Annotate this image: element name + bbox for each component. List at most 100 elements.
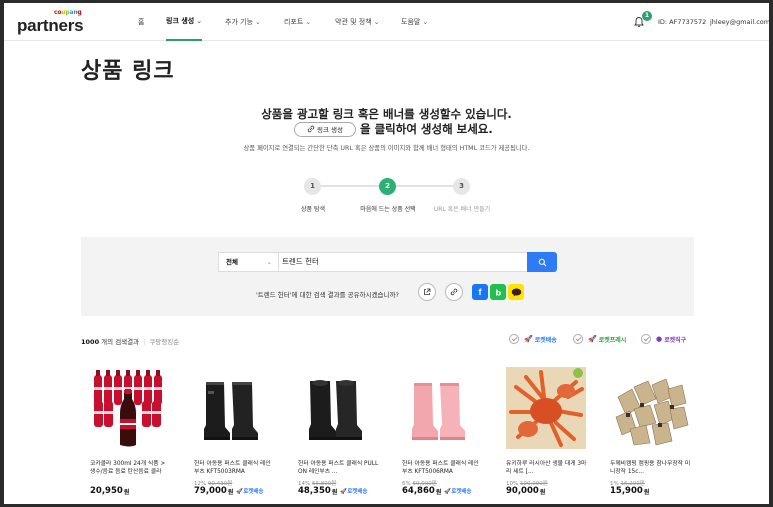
product-old-price: 1% 16,200원 xyxy=(610,479,692,487)
top-header: coupang partners 홈 링크 생성 ⌄ 추가 기능 ⌄ 리포트 ⌄ 약관… xyxy=(4,3,769,41)
product-price-value: 48,350 xyxy=(298,486,331,496)
step-1-circle: 1 xyxy=(304,178,321,195)
kakaotalk-share-icon[interactable] xyxy=(508,284,524,300)
result-count-suffix: 개의 검색결과 xyxy=(101,338,140,346)
filter-rocket-global[interactable]: ● 로켓직구 xyxy=(641,333,686,345)
filter-rocket-fresh-label: 로켓프레시 xyxy=(598,336,627,344)
product-price-currency: 원 xyxy=(435,488,442,496)
filter-rocket-fresh[interactable]: 🚀 로켓프레시 xyxy=(573,333,626,345)
product-price-currency: 원 xyxy=(123,488,130,496)
product-card[interactable]: 두께비캠핑 캠핑용 참나무장작 미니장작 15c... 1% 16,200원 1… xyxy=(610,367,692,496)
step-3-circle: 3 xyxy=(453,178,470,195)
rocket-delivery-badge: 🚀로켓배송 xyxy=(444,489,472,495)
nav-terms-policy-label: 약관 및 정책 xyxy=(335,18,372,26)
user-email[interactable]: jhleey@gmail.com xyxy=(710,18,769,26)
product-image[interactable] xyxy=(402,367,482,449)
product-price: 15,900 원 xyxy=(610,486,692,496)
product-price: 90,000 원 xyxy=(506,486,588,496)
product-name[interactable]: 헌터 아동용 퍼스트 클래식 레인부츠 KFT5003RMA xyxy=(194,460,276,476)
product-price-value: 15,900 xyxy=(610,486,643,496)
sort-link-coupang-ranking[interactable]: 쿠팡랭킹순 xyxy=(149,338,179,346)
filter-checkbox[interactable] xyxy=(641,334,651,344)
nav-home-label: 홈 xyxy=(138,18,145,26)
filter-rocket-delivery-label: 로켓배송 xyxy=(534,336,557,344)
product-price: 64,860 원 🚀로켓배송 xyxy=(402,486,484,496)
link-icon xyxy=(307,125,315,133)
link-create-button[interactable]: 링크 생성 xyxy=(294,121,356,137)
share-open-link-button[interactable] xyxy=(418,283,436,301)
intro-line2-text: 을 클릭하여 생성해 보세요. xyxy=(360,122,493,136)
rocket-delivery-label: 로켓배송 xyxy=(451,489,472,495)
snow-crab-image xyxy=(506,367,586,449)
product-card[interactable]: 유키하루 러시아산 생물 대게 3마리 세트 [... 10% 100,000원… xyxy=(506,367,588,496)
product-card[interactable]: 헌터 아동용 퍼스트 클래식 레인부츠 KFT5006RMA 6% 69,000… xyxy=(402,367,484,496)
product-old-price: 6% 69,000원 xyxy=(402,479,484,487)
product-image[interactable] xyxy=(610,367,690,449)
product-price-currency: 원 xyxy=(227,488,234,496)
product-price: 48,350 원 🚀로켓배송 xyxy=(298,486,380,496)
nav-extra-features[interactable]: 추가 기능 ⌄ xyxy=(225,3,261,41)
product-old-price: 10% 100,000원 xyxy=(506,479,588,487)
product-name[interactable]: 헌터 아동용 퍼스트 클래식 PULL ON 레인부츠 ... xyxy=(298,460,380,476)
product-price-currency: 원 xyxy=(331,488,338,496)
product-image[interactable] xyxy=(194,367,274,449)
filter-checkbox[interactable] xyxy=(509,334,519,344)
category-select[interactable]: 전체 ⌄ xyxy=(218,252,278,272)
nav-help-label: 도움말 xyxy=(401,18,421,26)
nav-terms-policy[interactable]: 약관 및 정책 ⌄ xyxy=(335,3,380,41)
search-button[interactable] xyxy=(527,252,557,272)
nav-home[interactable]: 홈 xyxy=(138,3,144,41)
link-icon xyxy=(450,288,458,296)
product-price-value: 64,860 xyxy=(402,486,435,496)
coupang-partners-logo[interactable]: coupang partners xyxy=(17,9,87,35)
chevron-down-icon: ⌄ xyxy=(373,18,380,26)
product-card[interactable]: 헌터 아동용 퍼스트 클래식 레인부츠 KFT5003RMA 12% 90,43… xyxy=(194,367,276,496)
black-pull-on-boots-image xyxy=(298,367,378,449)
intro-heading: 상품을 광고할 링크 혹은 배너를 생성할수 있습니다. xyxy=(261,107,512,121)
nav-report[interactable]: 리포트 ⌄ xyxy=(284,3,311,41)
filter-rocket-delivery[interactable]: 🚀 로켓배송 xyxy=(509,333,557,345)
logo-coupang-text: coupang xyxy=(54,9,82,16)
result-count-number: 1000 xyxy=(81,338,100,346)
product-image[interactable] xyxy=(506,367,586,449)
search-input[interactable]: 트렌드 헌터 xyxy=(278,252,528,272)
product-image[interactable] xyxy=(90,367,170,449)
page-frame: coupang partners 홈 링크 생성 ⌄ 추가 기능 ⌄ 리포트 ⌄ 약관… xyxy=(4,3,769,504)
pink-rain-boots-image xyxy=(402,367,482,449)
nav-help[interactable]: 도움말 ⌄ xyxy=(401,3,428,41)
product-name[interactable]: 유키하루 러시아산 생물 대게 3마리 세트 [... xyxy=(506,460,588,476)
cola-bottles-image xyxy=(90,367,170,449)
product-old-price: 14% 56,800원 xyxy=(298,479,380,487)
nav-link-create[interactable]: 링크 생성 ⌄ xyxy=(166,3,203,41)
rocket-globe-icon: ● xyxy=(656,335,663,343)
firewood-image xyxy=(610,367,690,449)
product-image[interactable] xyxy=(298,367,378,449)
filter-checkbox[interactable] xyxy=(573,334,583,344)
share-copy-link-button[interactable] xyxy=(445,283,463,301)
kakao-talk-icon xyxy=(511,288,521,296)
external-link-icon xyxy=(424,288,431,295)
link-create-button-label: 링크 생성 xyxy=(317,126,343,134)
facebook-share-icon[interactable]: f xyxy=(472,284,488,300)
product-price: 79,000 원 🚀로켓배송 xyxy=(194,486,276,496)
product-card[interactable]: 헌터 아동용 퍼스트 클래식 PULL ON 레인부츠 ... 14% 56,8… xyxy=(298,367,380,496)
rocket-delivery-badge: 🚀로켓배송 xyxy=(236,489,264,495)
category-select-value: 전체 xyxy=(226,258,238,266)
band-share-icon[interactable]: b xyxy=(490,284,506,300)
rocket-icon: 🚀 xyxy=(524,335,533,343)
search-icon xyxy=(538,258,546,266)
product-price-currency: 원 xyxy=(539,488,546,496)
product-name[interactable]: 두께비캠핑 캠핑용 참나무장작 미니장작 15c... xyxy=(610,460,692,476)
product-name[interactable]: 헌터 아동용 퍼스트 클래식 레인부츠 KFT5006RMA xyxy=(402,460,484,476)
page-title: 상품 링크 xyxy=(81,59,175,84)
product-card[interactable]: 코카콜라 300ml 24개 식품 > 생수/음료 음료 탄산음료 콜라 20,… xyxy=(90,367,172,496)
user-id: ID: AF7737572 xyxy=(658,18,707,26)
product-price-value: 20,950 xyxy=(90,486,123,496)
product-price: 20,950 원 xyxy=(90,486,172,496)
product-name[interactable]: 코카콜라 300ml 24개 식품 > 생수/음료 음료 탄산음료 콜라 xyxy=(90,460,172,476)
chevron-down-icon: ⌄ xyxy=(305,18,312,26)
product-price-value: 90,000 xyxy=(506,486,539,496)
product-old-price: 12% 90,430원 xyxy=(194,479,276,487)
result-count: 1000 개의 검색결과 | 쿠팡랭킹순 xyxy=(81,336,179,346)
share-question: '트렌드 헌터'에 대한 검색 결과를 공유하시겠습니까? xyxy=(256,291,399,299)
